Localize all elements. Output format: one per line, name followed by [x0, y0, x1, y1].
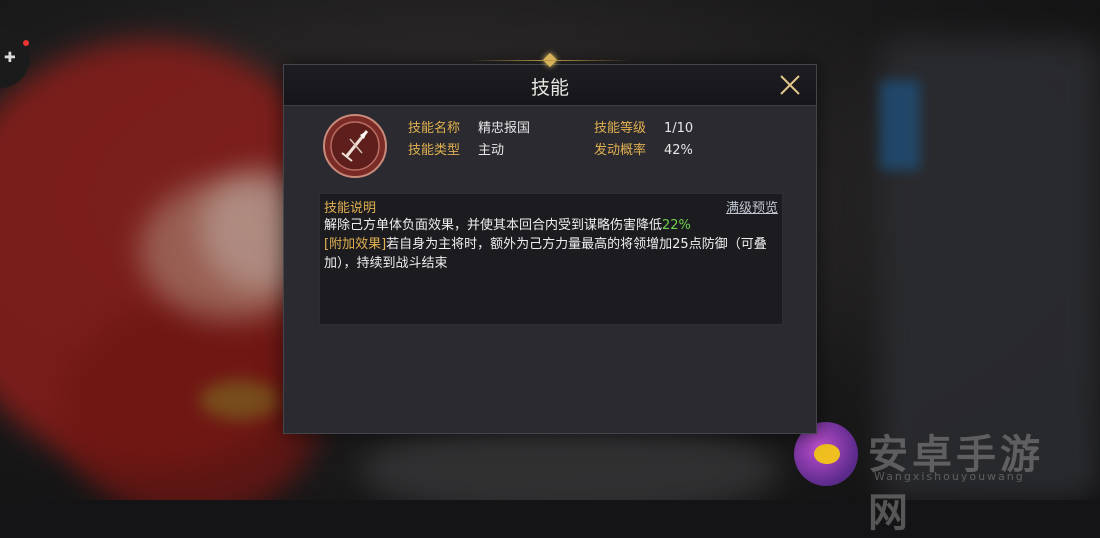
skill-name-value: 精忠报国 [478, 121, 531, 136]
dialog-header: 技能 [284, 60, 816, 106]
bonus-effect-tag: [附加效果] [324, 237, 387, 252]
reduction-value: 22% [662, 218, 691, 233]
notification-dot [23, 40, 29, 46]
bonus-effect-text: 若自身为主将时，额外为己方力量最高的将领增加25点防御（可叠加），持续到战斗结束 [324, 237, 767, 271]
watermark-subtitle: Wangxishouyouwang [874, 470, 1025, 483]
description-line1: 解除己方单体负面效果，并使其本回合内受到谋略伤害降低 [324, 218, 663, 233]
skill-type-value: 主动 [478, 143, 505, 158]
skill-emblem-icon [322, 113, 388, 179]
dialog-title: 技能 [530, 77, 569, 99]
description-text: 解除己方单体负面效果，并使其本回合内受到谋略伤害降低22% [附加效果]若自身为… [324, 216, 774, 273]
header-ornament-icon [470, 55, 630, 69]
max-level-preview-link[interactable]: 满级预览 [726, 197, 778, 216]
skill-chance-label: 发动概率 [594, 143, 647, 158]
close-button[interactable] [778, 73, 802, 97]
skill-level-label: 技能等级 [594, 121, 647, 136]
skill-level-value: 1/10 [664, 121, 694, 136]
puzzle-icon: ✚ [4, 50, 16, 66]
watermark: 安卓手游网 Wangxishouyouwang [794, 420, 1084, 536]
skill-name-label: 技能名称 [408, 121, 461, 136]
description-header: 技能说明 [324, 201, 377, 216]
skill-chance-value: 42% [664, 143, 693, 158]
close-x-icon [780, 75, 800, 95]
skill-description-box: 技能说明 满级预览 解除己方单体负面效果，并使其本回合内受到谋略伤害降低22% … [319, 193, 783, 325]
skill-dialog: 技能 技能名称 精忠报国 技能等级 1/10 技能类型 主动 发动概率 42% … [283, 60, 817, 434]
skill-type-label: 技能类型 [408, 143, 461, 158]
